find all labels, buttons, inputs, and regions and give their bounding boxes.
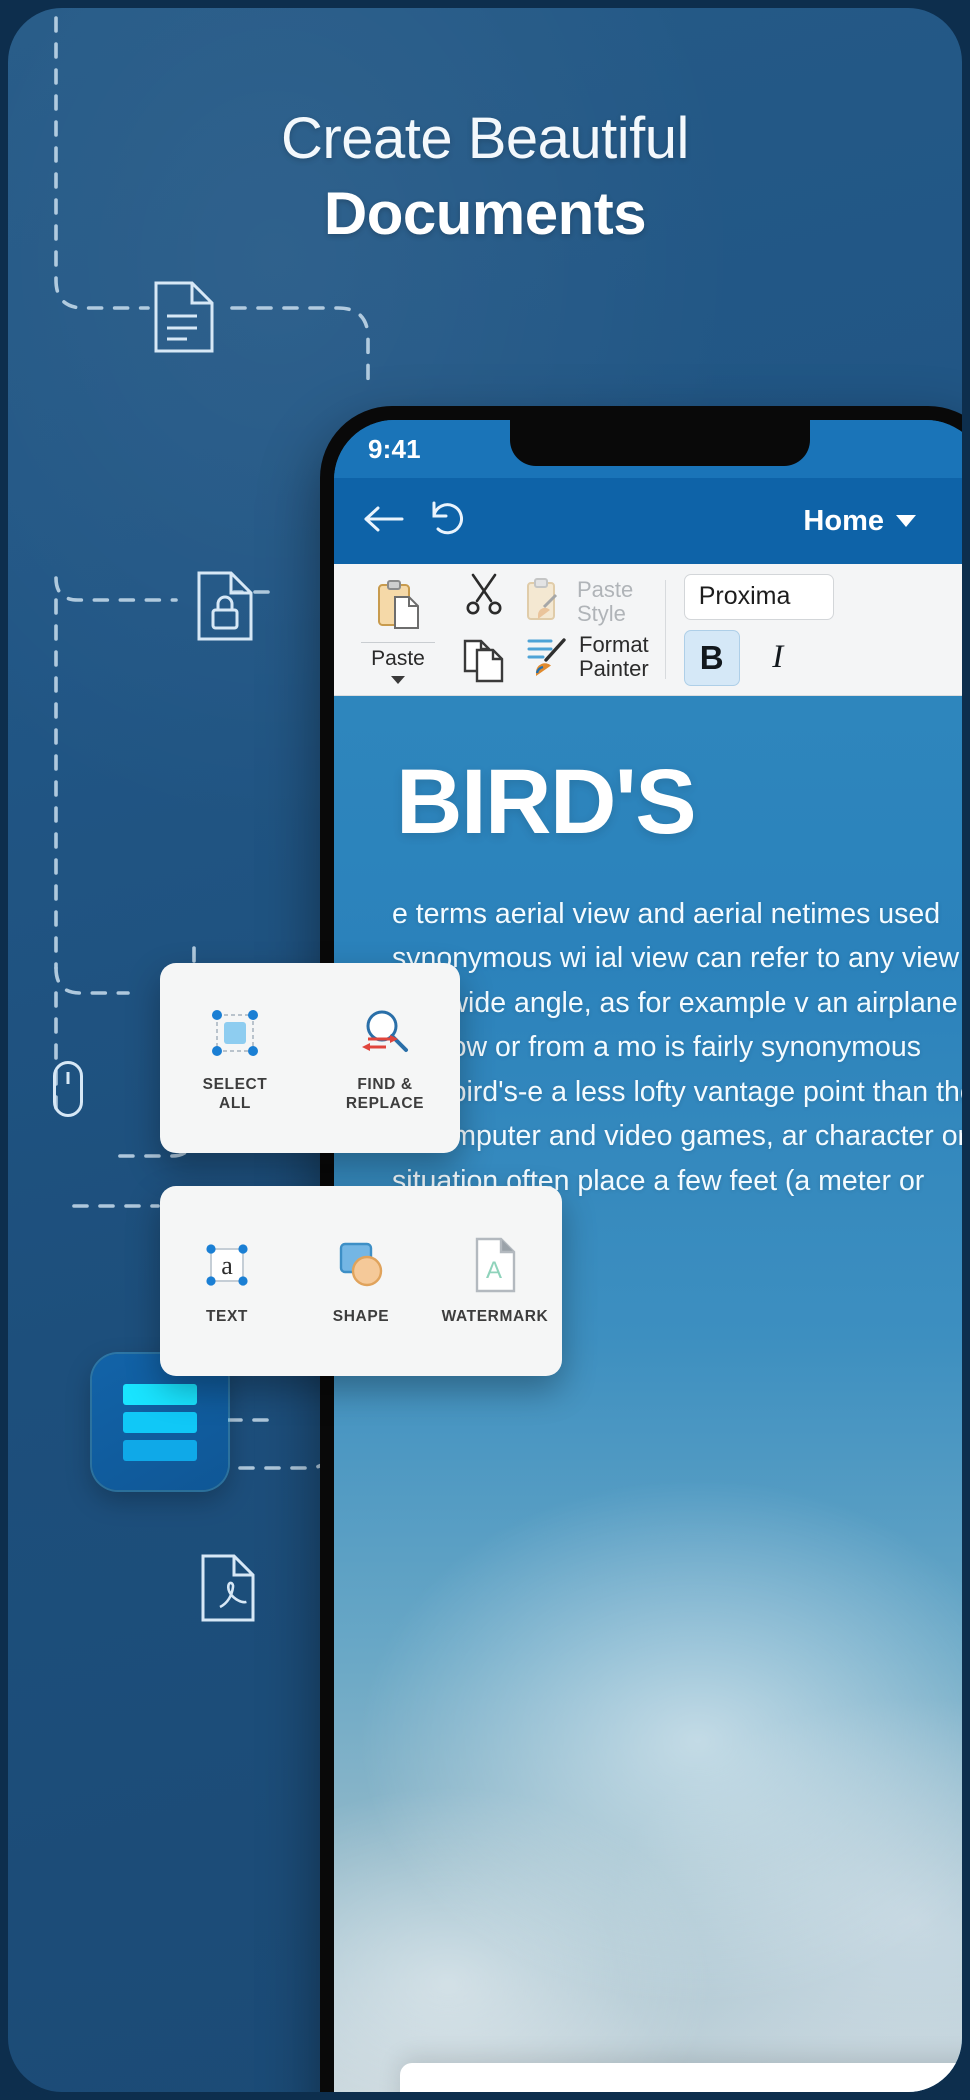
svg-text:a: a <box>221 1251 233 1280</box>
find-replace-icon <box>356 1003 414 1063</box>
app-tile-bar-1 <box>123 1383 197 1405</box>
headline-line-1: Create Beautiful <box>281 106 689 171</box>
paste-style-label: Paste Style <box>577 577 634 626</box>
ribbon-tab-label: Home <box>803 504 884 537</box>
paste-style-format-stack: Paste Style Format Painter <box>524 564 649 695</box>
background-photo-mist <box>334 1453 962 2092</box>
clipboard-brush-icon <box>524 577 568 628</box>
ribbon-toolbar: Paste Paste Style Format Painter Proxima… <box>334 564 962 696</box>
document-lock-icon <box>196 570 254 647</box>
undo-icon[interactable] <box>426 499 468 544</box>
select-all-action[interactable]: SELECT ALL <box>160 963 310 1153</box>
font-name-field[interactable]: Proxima <box>683 573 834 620</box>
font-name-value: Proxima <box>698 582 791 610</box>
insert-shape-label: SHAPE <box>332 1308 390 1326</box>
bold-label: B <box>699 638 724 676</box>
promo-headline: Create Beautiful Documents <box>8 106 962 248</box>
insert-watermark-label: WATERMARK <box>441 1308 549 1326</box>
paste-divider <box>361 642 435 643</box>
find-replace-action[interactable]: FIND & REPLACE <box>310 963 460 1153</box>
paste-style-button[interactable]: Paste Style <box>524 577 649 628</box>
app-tile-bar-3 <box>123 1439 197 1461</box>
promo-panel: Create Beautiful Documents 9:41 Home Pas… <box>8 8 962 2092</box>
select-actions-card: SELECT ALL FIND & REPLACE <box>160 963 460 1153</box>
app-nav-bar: Home <box>334 478 962 564</box>
phone-notch <box>510 420 810 466</box>
status-clock: 9:41 <box>368 433 421 464</box>
headline-line-2: Documents <box>323 179 647 247</box>
app-tile-bar-2 <box>123 1411 197 1433</box>
ribbon-divider <box>664 580 666 679</box>
arrow-left-icon[interactable] <box>360 501 406 542</box>
paste-button[interactable]: Paste <box>346 575 450 684</box>
select-all-label: SELECT ALL <box>202 1075 268 1112</box>
cut-copy-stack <box>460 564 508 695</box>
paste-label: Paste <box>371 647 425 670</box>
ribbon-group-clipboard: Paste Paste Style Format Painter <box>334 564 661 695</box>
insert-watermark-action[interactable]: A WATERMARK <box>428 1186 562 1376</box>
insert-text-label: TEXT <box>205 1308 248 1326</box>
scissors-icon <box>461 571 507 622</box>
insert-shape-action[interactable]: SHAPE <box>294 1186 428 1376</box>
svg-text:A: A <box>486 1257 502 1284</box>
insert-text-action[interactable]: a TEXT <box>160 1186 294 1376</box>
select-all-icon <box>207 1003 263 1063</box>
document-lines-icon <box>153 280 215 359</box>
cut-button[interactable] <box>460 566 508 628</box>
nav-left-actions <box>360 499 468 544</box>
text-box-icon: a <box>199 1235 255 1295</box>
bold-button[interactable]: B <box>683 629 740 686</box>
pdf-document-icon <box>200 1553 256 1628</box>
format-painter-button[interactable]: Format Painter <box>524 632 649 683</box>
italic-label: I <box>772 639 784 675</box>
font-format-buttons: B I <box>683 629 806 686</box>
copy-pages-icon <box>460 636 508 689</box>
find-replace-label: FIND & REPLACE <box>345 1075 425 1112</box>
caret-down-icon[interactable] <box>391 676 405 684</box>
document-title: BIRD'S <box>396 751 697 853</box>
format-painter-icon <box>524 632 570 683</box>
document-callout: Recent technological and netw <box>400 2062 962 2092</box>
shape-icon <box>333 1235 389 1295</box>
clipboard-paste-icon <box>375 579 421 636</box>
italic-button[interactable]: I <box>750 630 806 686</box>
chevron-down-icon <box>896 515 916 527</box>
ribbon-group-font: Proxima B I <box>670 564 846 695</box>
copy-button[interactable] <box>460 632 508 694</box>
document-canvas[interactable]: BIRD'S e terms aerial view and aerial ne… <box>334 696 962 2092</box>
mouse-pointer-device-icon <box>52 1060 84 1123</box>
watermark-icon: A <box>471 1235 519 1295</box>
ribbon-tab-selector[interactable]: Home <box>803 505 960 538</box>
promo-screenshot: Create Beautiful Documents 9:41 Home Pas… <box>0 0 970 2100</box>
insert-actions-card: a TEXT SHAPE A WATERMARK <box>160 1186 562 1376</box>
format-painter-label: Format Painter <box>579 632 649 681</box>
